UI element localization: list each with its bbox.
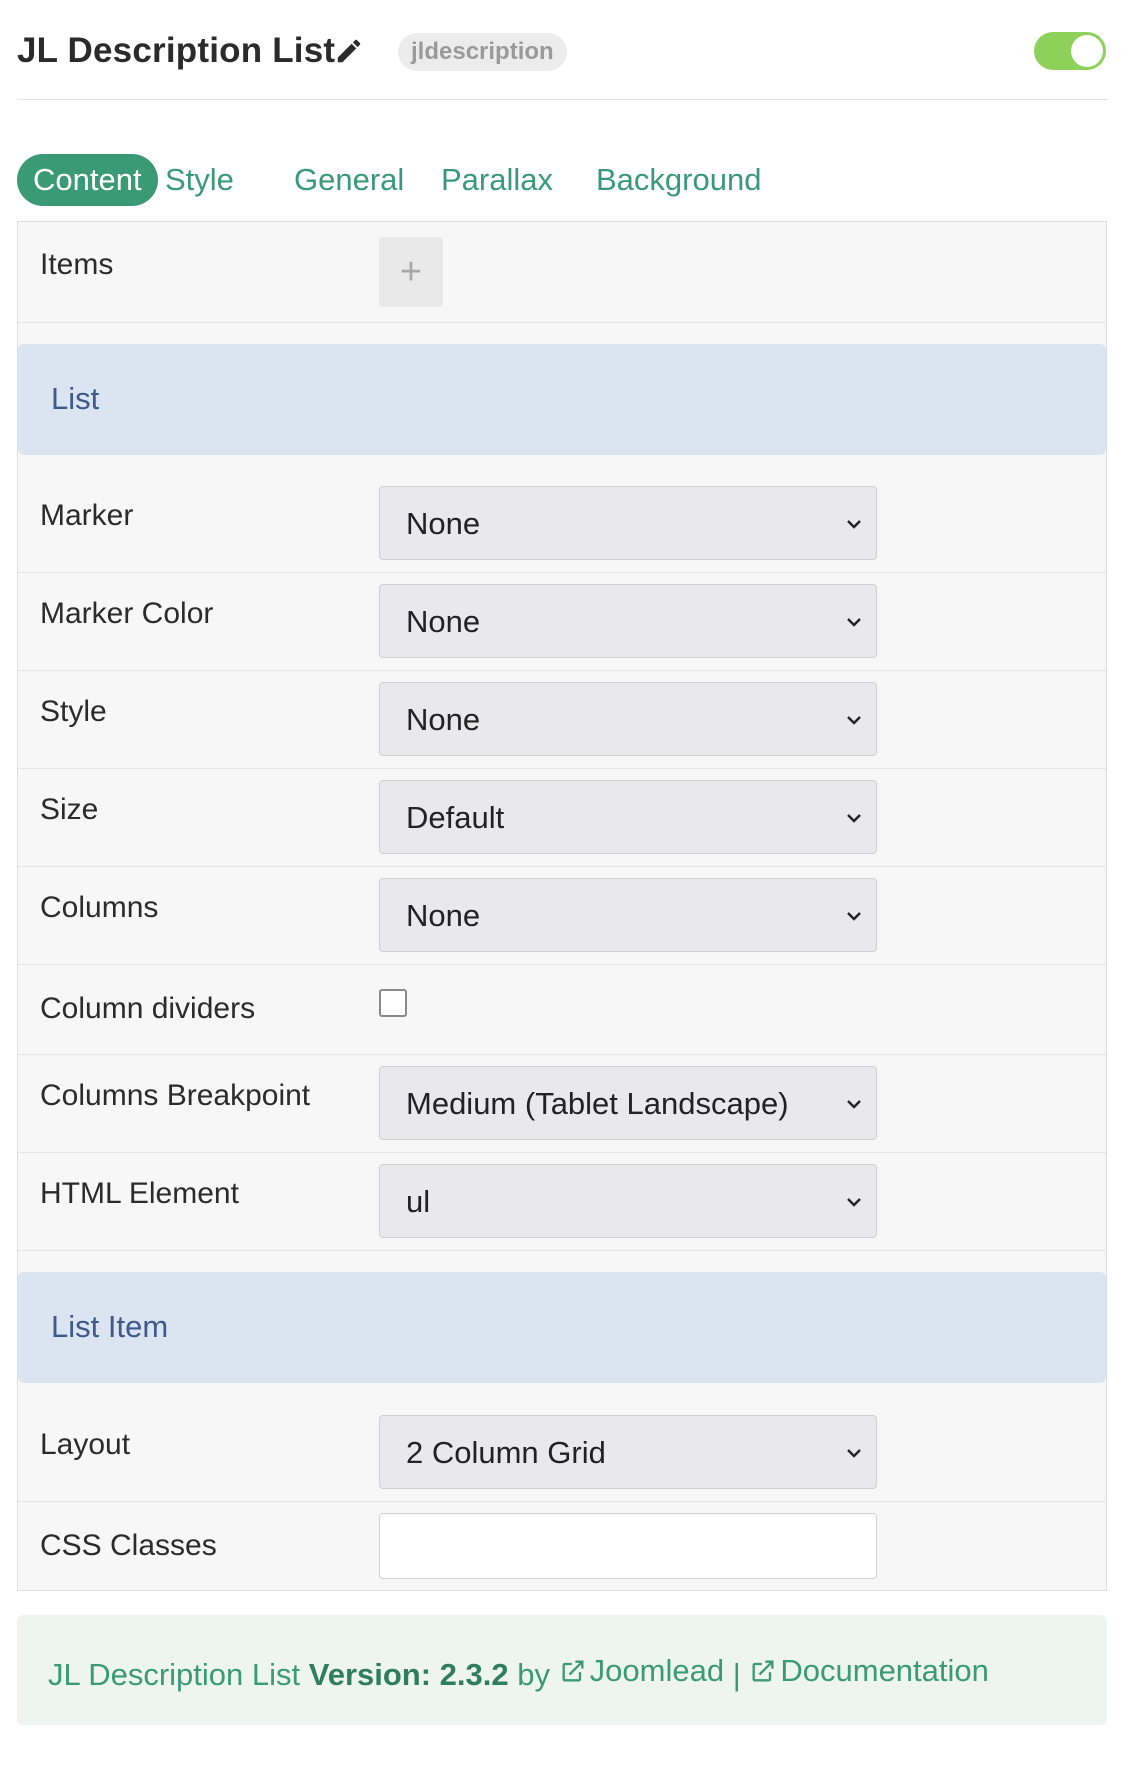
marker-color-row: Marker Color None (18, 573, 1106, 671)
layout-select[interactable]: 2 Column Grid (379, 1415, 877, 1489)
marker-color-select-value: None (406, 604, 481, 639)
chevron-down-icon (847, 618, 861, 627)
footer-info: JL Description List Version: 2.3.2 by Jo… (17, 1615, 1107, 1725)
marker-color-select[interactable]: None (379, 584, 877, 658)
footer-text: JL Description List Version: 2.3.2 by Jo… (48, 1653, 989, 1693)
column-dividers-checkbox[interactable] (379, 989, 407, 1017)
html-element-label: HTML Element (40, 1177, 239, 1210)
tab-content[interactable]: Content (17, 154, 158, 206)
tab-style[interactable]: Style (165, 154, 234, 206)
columns-select[interactable]: None (379, 878, 877, 952)
marker-color-label: Marker Color (40, 597, 214, 630)
marker-select[interactable]: None (379, 486, 877, 560)
tab-parallax[interactable]: Parallax (441, 154, 553, 206)
page-title: JL Description List (17, 31, 336, 70)
size-select[interactable]: Default (379, 780, 877, 854)
css-classes-input[interactable] (379, 1513, 877, 1579)
marker-row: Marker None (18, 475, 1106, 573)
css-classes-row: CSS Classes (18, 1502, 1106, 1591)
marker-select-value: None (406, 506, 481, 541)
footer-version: Version: 2.3.2 (308, 1657, 509, 1692)
html-element-row: HTML Element ul (18, 1153, 1106, 1251)
layout-select-value: 2 Column Grid (406, 1435, 606, 1470)
style-row: Style None (18, 671, 1106, 769)
columns-select-value: None (406, 898, 481, 933)
chevron-down-icon (847, 1449, 861, 1458)
html-element-select-value: ul (406, 1184, 431, 1219)
items-label: Items (40, 248, 114, 281)
layout-row: Layout 2 Column Grid (18, 1404, 1106, 1502)
element-settings-page: JL Description List jldescription Conten… (0, 0, 1124, 1768)
columns-breakpoint-label: Columns Breakpoint (40, 1079, 311, 1112)
documentation-link[interactable]: Documentation (749, 1653, 989, 1689)
section-list-title: List (51, 381, 100, 416)
enable-toggle[interactable] (1034, 32, 1106, 70)
marker-label: Marker (40, 499, 134, 532)
columns-breakpoint-select[interactable]: Medium (Tablet Landscape) (379, 1066, 877, 1140)
element-tag-badge: jldescription (398, 33, 567, 71)
style-select[interactable]: None (379, 682, 877, 756)
html-element-select[interactable]: ul (379, 1164, 877, 1238)
chevron-down-icon (847, 1100, 861, 1109)
footer-plugin-name: JL Description List (48, 1657, 301, 1692)
chevron-down-icon (847, 1198, 861, 1207)
toggle-knob (1071, 35, 1103, 67)
footer-by: by (517, 1657, 551, 1692)
joomlead-link[interactable]: Joomlead (559, 1653, 724, 1689)
external-link-icon (562, 1660, 584, 1682)
css-classes-label: CSS Classes (40, 1529, 217, 1562)
size-row: Size Default (18, 769, 1106, 867)
columns-row: Columns None (18, 867, 1106, 965)
section-list-item-header[interactable]: List Item (18, 1272, 1106, 1383)
section-list-header[interactable]: List (18, 344, 1106, 455)
chevron-down-icon (847, 716, 861, 725)
chevron-down-icon (847, 520, 861, 529)
column-dividers-label: Column dividers (40, 992, 256, 1025)
plus-icon: + (399, 251, 423, 293)
footer-separator: | (732, 1657, 741, 1692)
add-item-button[interactable]: + (379, 237, 443, 307)
columns-label: Columns (40, 891, 159, 924)
style-select-value: None (406, 702, 481, 737)
columns-breakpoint-select-value: Medium (Tablet Landscape) (406, 1086, 789, 1121)
header: JL Description List jldescription (17, 0, 1107, 100)
column-dividers-row: Column dividers (18, 965, 1106, 1055)
external-link-icon (752, 1660, 774, 1682)
settings-panel: Items + List Marker None Marker Color No… (17, 221, 1107, 1591)
chevron-down-icon (847, 912, 861, 921)
tab-general[interactable]: General (294, 154, 404, 206)
joomlead-link-text: Joomlead (589, 1653, 725, 1688)
columns-breakpoint-row: Columns Breakpoint Medium (Tablet Landsc… (18, 1055, 1106, 1153)
style-label: Style (40, 695, 107, 728)
layout-label: Layout (40, 1428, 131, 1461)
pencil-icon[interactable] (334, 35, 364, 67)
documentation-link-text: Documentation (780, 1653, 989, 1688)
chevron-down-icon (847, 814, 861, 823)
size-label: Size (40, 793, 99, 826)
section-list-item-title: List Item (51, 1309, 169, 1344)
size-select-value: Default (406, 800, 505, 835)
items-row: Items + (18, 222, 1106, 323)
tab-background[interactable]: Background (596, 154, 761, 206)
